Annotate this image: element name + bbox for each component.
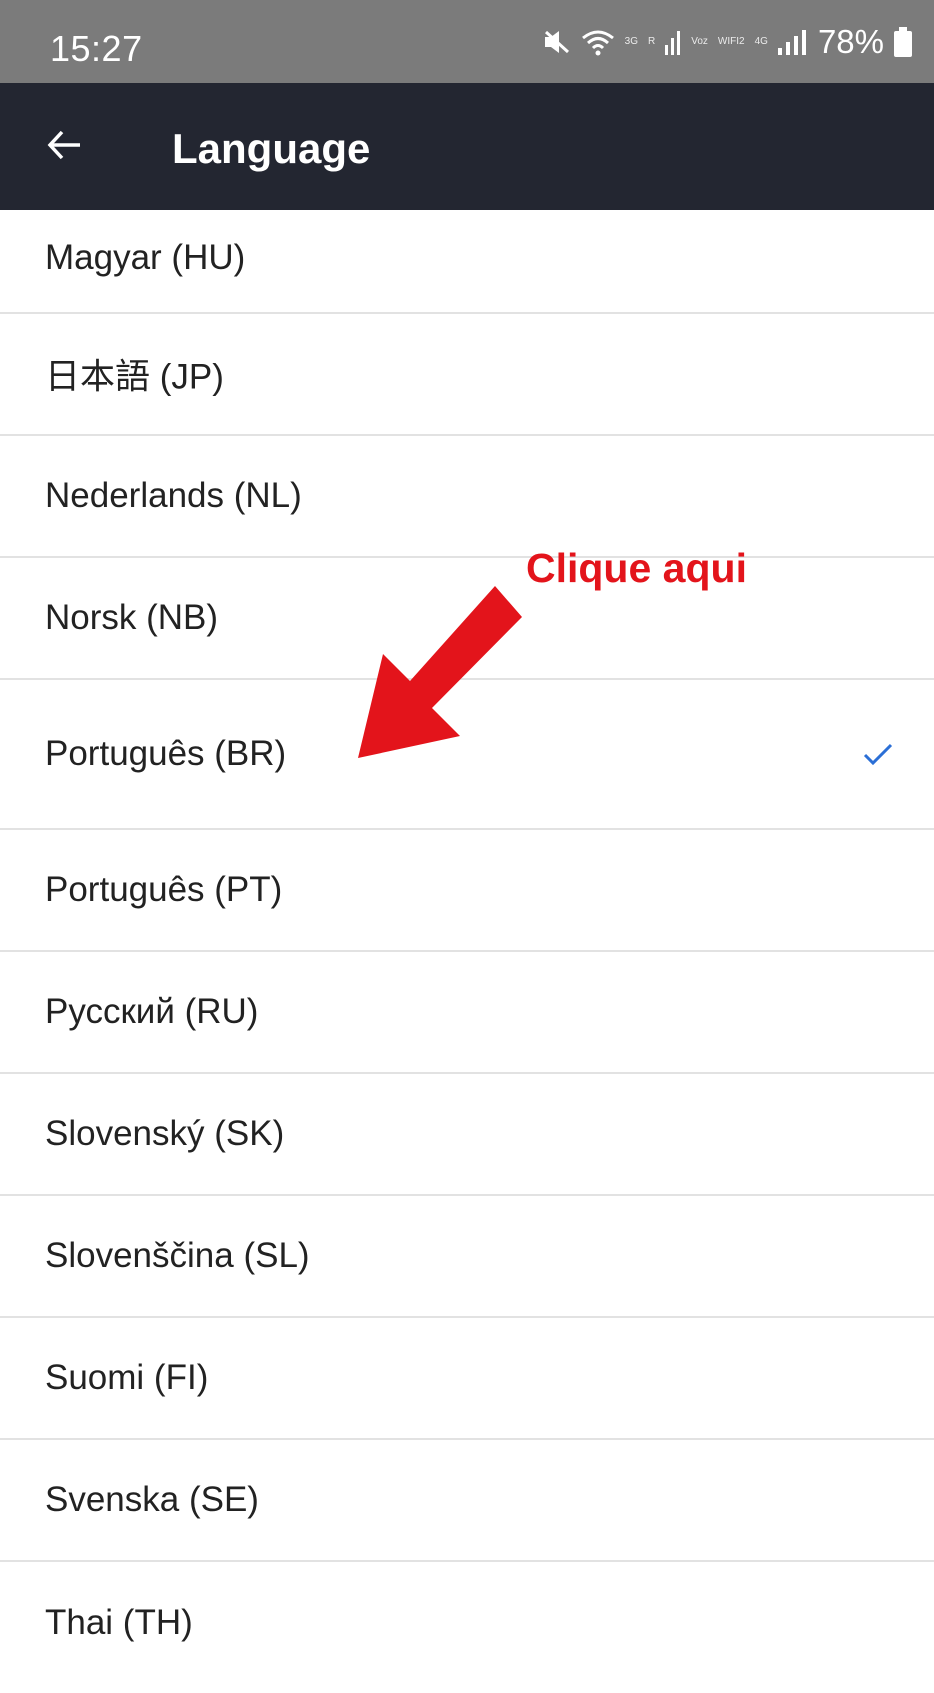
language-item[interactable]: Magyar (HU) <box>0 210 934 314</box>
voz-label: Voz <box>691 36 708 47</box>
language-label: Suomi (FI) <box>45 1358 209 1397</box>
signal-icon <box>777 30 806 55</box>
mute-icon <box>544 30 569 54</box>
language-label: 日本語 (JP) <box>45 357 224 397</box>
language-label: Nederlands (NL) <box>45 476 302 515</box>
language-item[interactable]: 日本語 (JP) <box>0 314 934 436</box>
wifi2-label: WIFI2 <box>717 36 745 47</box>
language-label: Slovenský (SK) <box>45 1114 285 1153</box>
red-arrow-icon <box>358 586 522 758</box>
network-3g-label: 3G <box>624 36 638 47</box>
language-item[interactable]: Nederlands (NL) <box>0 436 934 558</box>
language-label: Magyar (HU) <box>45 238 246 277</box>
language-list: Magyar (HU) 日本語 (JP) Nederlands (NL) Nor… <box>0 210 934 1684</box>
page-title: Language <box>172 125 371 172</box>
battery-percent: 78% <box>817 23 884 60</box>
language-item[interactable]: Slovenščina (SL) <box>0 1196 934 1318</box>
language-label: Svenska (SE) <box>45 1480 259 1519</box>
battery-icon <box>894 27 912 57</box>
checkmark-icon <box>863 743 893 766</box>
language-label: Thai (TH) <box>45 1603 193 1642</box>
language-label: Português (BR) <box>45 734 287 773</box>
app-bar: Language <box>0 83 934 210</box>
language-label: Norsk (NB) <box>45 598 219 637</box>
language-label: Slovenščina (SL) <box>45 1236 310 1275</box>
back-button[interactable] <box>32 113 96 177</box>
roaming-label: R <box>648 36 656 47</box>
wifi-icon <box>581 30 614 56</box>
language-label: Русский (RU) <box>45 992 259 1031</box>
status-icons: 3G R Voz WIFI2 4G 78% <box>543 20 912 64</box>
arrow-left-icon <box>47 130 80 160</box>
language-item[interactable]: Thai (TH) <box>0 1562 934 1684</box>
annotation-label: Clique aqui <box>526 545 747 591</box>
language-item[interactable]: Svenska (SE) <box>0 1440 934 1562</box>
language-label: Português (PT) <box>45 870 283 909</box>
network-4g-label: 4G <box>754 36 768 47</box>
language-item[interactable]: Slovenský (SK) <box>0 1074 934 1196</box>
signal-icon <box>665 31 681 55</box>
language-item[interactable]: Português (PT) <box>0 830 934 952</box>
language-item[interactable]: Русский (RU) <box>0 952 934 1074</box>
status-time: 15:27 <box>50 28 143 69</box>
status-bar: 15:27 3G R Voz WIFI2 4G 78% <box>0 0 934 83</box>
language-item[interactable]: Suomi (FI) <box>0 1318 934 1440</box>
